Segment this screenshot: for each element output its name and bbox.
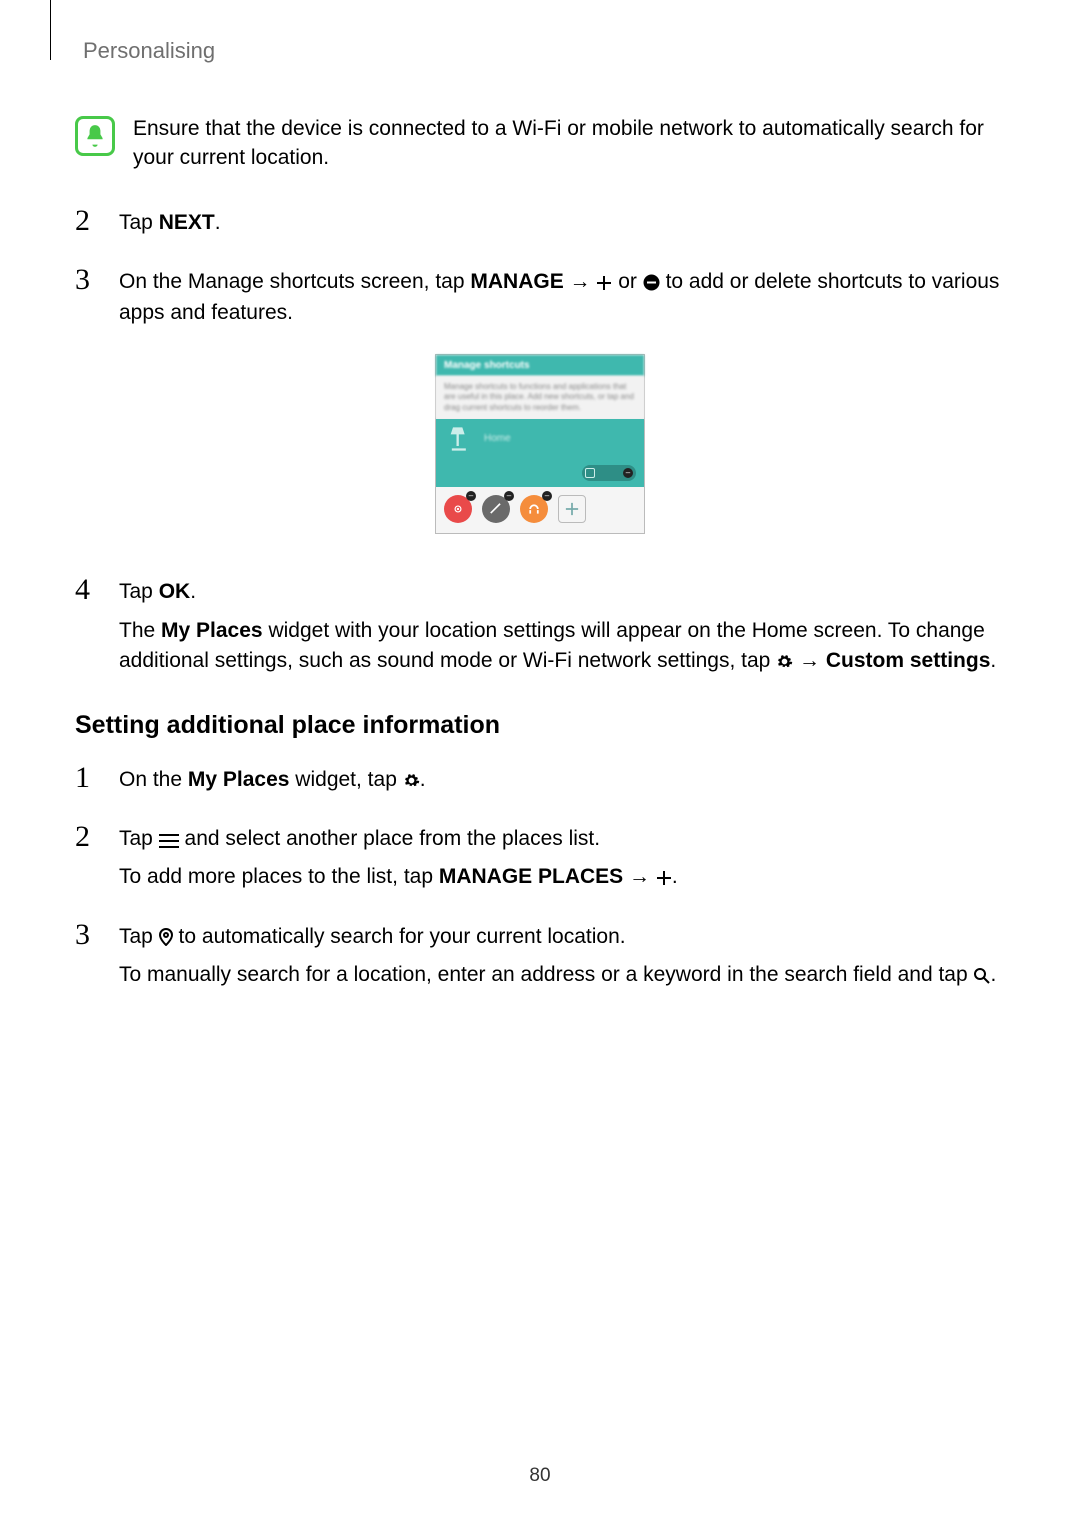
manage-places-label: MANAGE PLACES: [439, 865, 623, 888]
screenshot-home-label: Home: [484, 433, 511, 444]
steps-group-a: 2 Tap NEXT. 3 On the Manage shortcuts sc…: [75, 205, 1005, 677]
text: Tap: [119, 211, 159, 234]
text: .: [190, 580, 196, 603]
note-text: Ensure that the device is connected to a…: [133, 114, 1005, 173]
step-4: 4 Tap OK. The My Places widget with your…: [75, 574, 1005, 676]
subheading: Setting additional place information: [75, 711, 1005, 740]
note-text-pre: Ensure that the device is connected to a: [133, 117, 512, 140]
alarm-icon: [585, 468, 595, 478]
location-pin-icon: [159, 928, 173, 946]
gear-icon: [403, 772, 420, 789]
step-body: Tap to automatically search for your cur…: [119, 919, 1005, 991]
step4-para: The My Places widget with your location …: [119, 616, 1005, 677]
add-shortcut-cell: [558, 495, 586, 523]
wifi-label: Wi-Fi: [523, 649, 572, 672]
text: or: [612, 270, 642, 293]
plus-icon: [656, 870, 672, 886]
search-icon: [973, 967, 990, 984]
step-b2-line1: Tap and select another place from the pl…: [119, 824, 1005, 854]
screenshot-home-panel: Home –: [436, 419, 644, 487]
text: On the: [119, 768, 188, 791]
step-b3: 3 Tap to automatically search for your c…: [75, 919, 1005, 991]
step-body: On the My Places widget, tap .: [119, 762, 1005, 795]
text: On the Manage shortcuts screen, tap: [119, 270, 470, 293]
my-places-label: My Places: [188, 768, 290, 791]
text: network settings, tap: [572, 649, 776, 672]
text: Tap: [119, 580, 159, 603]
step-body: Tap and select another place from the pl…: [119, 821, 1005, 893]
step-number: 3: [75, 264, 105, 296]
screenshot-header: Manage shortcuts: [436, 355, 644, 376]
header-rule: [50, 0, 51, 60]
text: and select another place from the places…: [179, 827, 600, 850]
arrow: →: [623, 865, 656, 888]
page-number: 80: [0, 1465, 1080, 1487]
gear-icon: [776, 653, 793, 670]
text: .: [672, 865, 678, 888]
step-b2: 2 Tap and select another place from the …: [75, 821, 1005, 893]
shortcut-cell: –: [482, 495, 510, 523]
screenshot-shortcut-row: – – –: [436, 487, 644, 533]
step-b1: 1 On the My Places widget, tap .: [75, 762, 1005, 795]
text: widget, tap: [289, 768, 402, 791]
manage-shortcuts-screenshot: Manage shortcuts Manage shortcuts to fun…: [435, 354, 645, 534]
shortcut-cell: –: [520, 495, 548, 523]
bell-icon: [75, 116, 115, 156]
text: To manually search for a location, enter…: [119, 963, 973, 986]
note-callout: Ensure that the device is connected to a…: [75, 114, 1005, 173]
menu-icon: [159, 834, 179, 848]
text: Tap: [119, 925, 159, 948]
minus-icon: –: [623, 468, 633, 478]
step-3: 3 On the Manage shortcuts screen, tap MA…: [75, 264, 1005, 328]
step-number: 3: [75, 919, 105, 951]
arrow: →: [564, 270, 597, 293]
lamp-icon: [446, 425, 474, 453]
text: to automatically search for your current…: [173, 925, 626, 948]
arrow: →: [793, 649, 826, 672]
text: To add more places to the list, tap: [119, 865, 439, 888]
text: Tap: [119, 827, 159, 850]
document-page: Personalising Ensure that the device is …: [0, 0, 1080, 1527]
step-b3-line1: Tap to automatically search for your cur…: [119, 922, 1005, 952]
shortcut-cell: –: [444, 495, 472, 523]
step-body: Tap NEXT.: [119, 205, 1005, 238]
steps-group-b: 1 On the My Places widget, tap . 2 Tap a…: [75, 762, 1005, 991]
next-label: NEXT: [159, 211, 215, 234]
my-places-label: My Places: [161, 619, 263, 642]
text: .: [215, 211, 221, 234]
text: The: [119, 619, 161, 642]
screenshot-description: Manage shortcuts to functions and applic…: [436, 376, 644, 419]
step4-line1: Tap OK.: [119, 577, 1005, 607]
ok-label: OK: [159, 580, 191, 603]
step-b2-line2: To add more places to the list, tap MANA…: [119, 862, 1005, 892]
step-number: 1: [75, 762, 105, 794]
step-number: 2: [75, 205, 105, 237]
text: .: [990, 649, 996, 672]
section-title: Personalising: [83, 38, 1005, 64]
screenshot-alarm-pill: –: [582, 465, 636, 481]
step-b3-line2: To manually search for a location, enter…: [119, 960, 1005, 990]
step-number: 4: [75, 574, 105, 606]
screenshot-illustration: Manage shortcuts Manage shortcuts to fun…: [75, 354, 1005, 534]
text: .: [420, 768, 426, 791]
note-text-mid: Wi-Fi: [512, 117, 561, 140]
plus-icon: [596, 275, 612, 291]
manage-label: MANAGE: [470, 270, 563, 293]
text: .: [990, 963, 996, 986]
step-number: 2: [75, 821, 105, 853]
step-2: 2 Tap NEXT.: [75, 205, 1005, 238]
step-body: Tap OK. The My Places widget with your l…: [119, 574, 1005, 676]
custom-settings-label: Custom settings: [826, 649, 991, 672]
minus-circle-icon: [643, 274, 660, 291]
step-body: On the Manage shortcuts screen, tap MANA…: [119, 264, 1005, 328]
